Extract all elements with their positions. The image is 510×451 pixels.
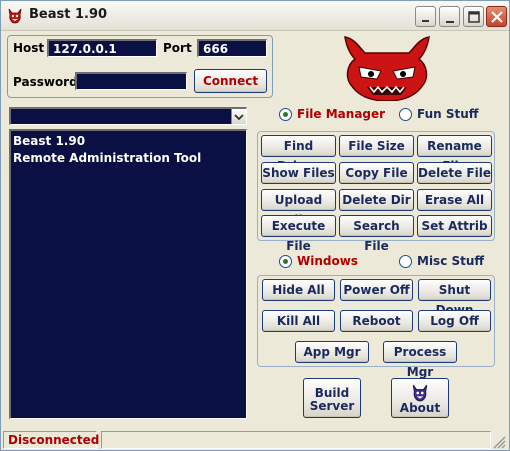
find-drives-button[interactable]: Find Drives [261,135,336,173]
about-button[interactable]: About [391,378,449,418]
set-attrib-button[interactable]: Set Attrib [417,215,492,237]
search-file-button[interactable]: Search File [339,215,414,253]
delete-dir-button[interactable]: Delete Dir [339,189,414,211]
port-input[interactable] [197,39,267,57]
shut-down-button[interactable]: Shut Down [418,279,491,317]
rename-file-button[interactable]: Rename File [417,135,492,173]
kill-all-button[interactable]: Kill All [262,310,335,332]
connect-button[interactable]: Connect [194,69,267,93]
close-button[interactable] [486,6,507,27]
file-manager-label[interactable]: File Manager [297,107,385,121]
hide-all-button[interactable]: Hide All [262,279,335,301]
status-bar: Disconnected [3,431,508,450]
show-files-button[interactable]: Show Files [261,162,336,184]
main-window: Beast 1.90 Host Port Password Connect [0,0,510,451]
minimize-icon [446,21,454,23]
copy-file-button[interactable]: Copy File [339,162,414,184]
connection-status: Disconnected [3,431,99,449]
build-server-button[interactable]: Build Server [303,378,361,418]
window-title: Beast 1.90 [29,7,108,22]
password-label: Password [13,75,78,89]
about-label: About [399,401,441,415]
output-line: Remote Administration Tool [13,151,202,165]
devil-icon [344,36,430,102]
reboot-button[interactable]: Reboot [340,310,413,332]
maximize-button[interactable] [463,6,484,27]
windows-label[interactable]: Windows [297,254,358,268]
upload-file-button[interactable]: Upload File [261,189,336,227]
process-mgr-button[interactable]: Process Mgr [383,341,457,379]
devil-logo [337,35,437,102]
title-bar[interactable]: Beast 1.90 [1,1,509,31]
execute-file-button[interactable]: Execute File [261,215,336,253]
misc-stuff-radio[interactable] [399,255,412,268]
resize-grip-icon[interactable] [492,435,506,449]
dropdown-arrow-icon [234,114,244,121]
app-mgr-button[interactable]: App Mgr [295,341,369,363]
close-icon [491,11,503,23]
file-size-button[interactable]: File Size [339,135,414,157]
status-pane-empty [101,431,491,449]
fun-stuff-radio[interactable] [399,108,412,121]
build-server-label-line1: Build [314,385,350,400]
build-server-label-line2: Server [309,398,355,413]
minimize-button[interactable] [415,6,436,27]
host-label: Host [13,41,45,55]
port-label: Port [163,41,192,55]
fun-stuff-label[interactable]: Fun Stuff [417,107,479,121]
power-off-button[interactable]: Power Off [340,279,413,301]
devil-icon [412,384,428,402]
password-input[interactable] [75,72,187,90]
dropdown-arrow-button[interactable] [231,109,246,124]
windows-radio[interactable] [279,255,292,268]
maximize-icon [468,11,480,23]
target-combobox[interactable] [9,107,247,125]
host-input[interactable] [47,39,157,57]
help-button[interactable] [439,6,460,27]
file-manager-radio[interactable] [279,108,292,121]
delete-file-button[interactable]: Delete File [417,162,492,184]
log-off-button[interactable]: Log Off [418,310,491,332]
minimize-icon [422,20,429,22]
devil-icon [7,8,23,24]
output-console: Beast 1.90 Remote Administration Tool [9,129,247,419]
misc-stuff-label[interactable]: Misc Stuff [417,254,484,268]
erase-all-button[interactable]: Erase All [417,189,492,211]
output-line: Beast 1.90 [13,134,86,148]
